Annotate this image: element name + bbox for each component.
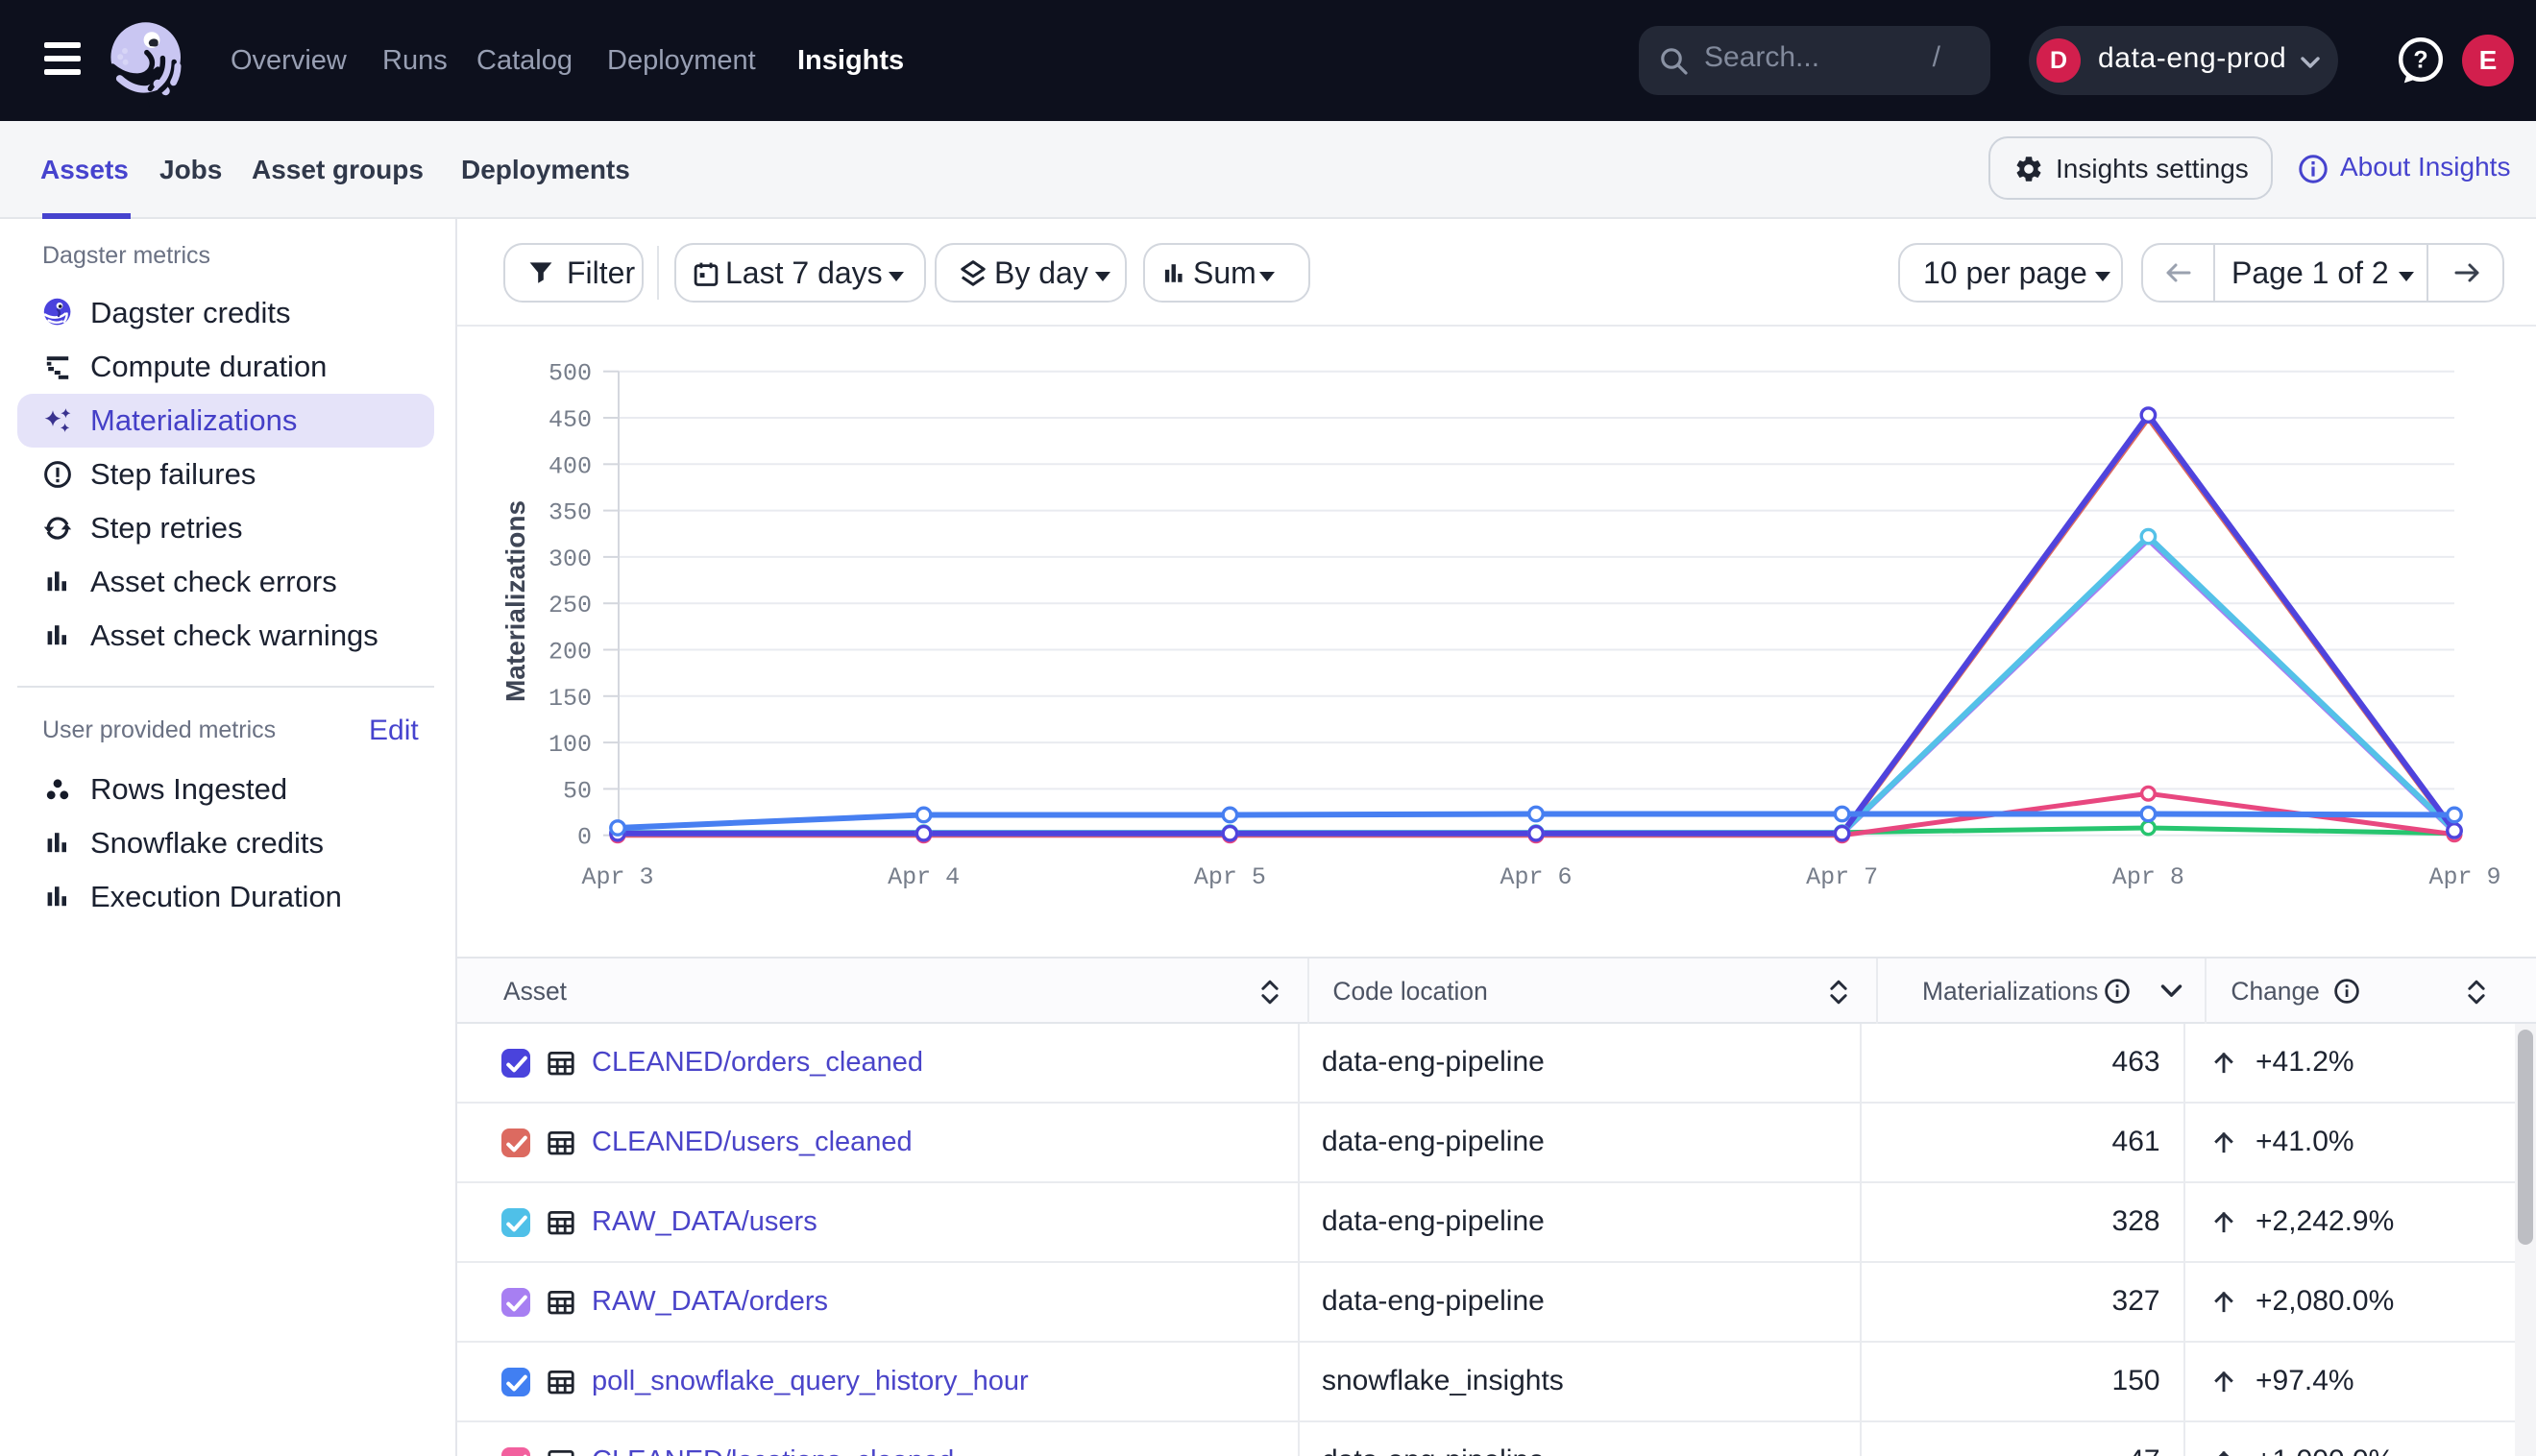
- svg-text:Apr 5: Apr 5: [1194, 863, 1266, 891]
- svg-text:Materializations: Materializations: [500, 500, 530, 702]
- svg-text:50: 50: [563, 777, 592, 805]
- svg-text:300: 300: [549, 546, 592, 573]
- svg-text:Apr 4: Apr 4: [888, 863, 960, 891]
- svg-text:Apr 7: Apr 7: [1806, 863, 1878, 891]
- svg-text:?: ?: [2413, 47, 2427, 74]
- svg-text:150: 150: [549, 685, 592, 713]
- svg-text:200: 200: [549, 639, 592, 667]
- svg-text:400: 400: [549, 452, 592, 480]
- svg-text:Apr 9: Apr 9: [2428, 863, 2500, 891]
- svg-text:450: 450: [549, 406, 592, 434]
- svg-text:0: 0: [577, 824, 592, 852]
- svg-text:Apr 3: Apr 3: [581, 863, 653, 891]
- svg-text:250: 250: [549, 592, 592, 619]
- svg-text:350: 350: [549, 499, 592, 527]
- svg-text:Apr 8: Apr 8: [2112, 863, 2184, 891]
- svg-text:500: 500: [549, 360, 592, 388]
- svg-text:Apr 6: Apr 6: [1500, 863, 1572, 891]
- svg-text:100: 100: [549, 731, 592, 759]
